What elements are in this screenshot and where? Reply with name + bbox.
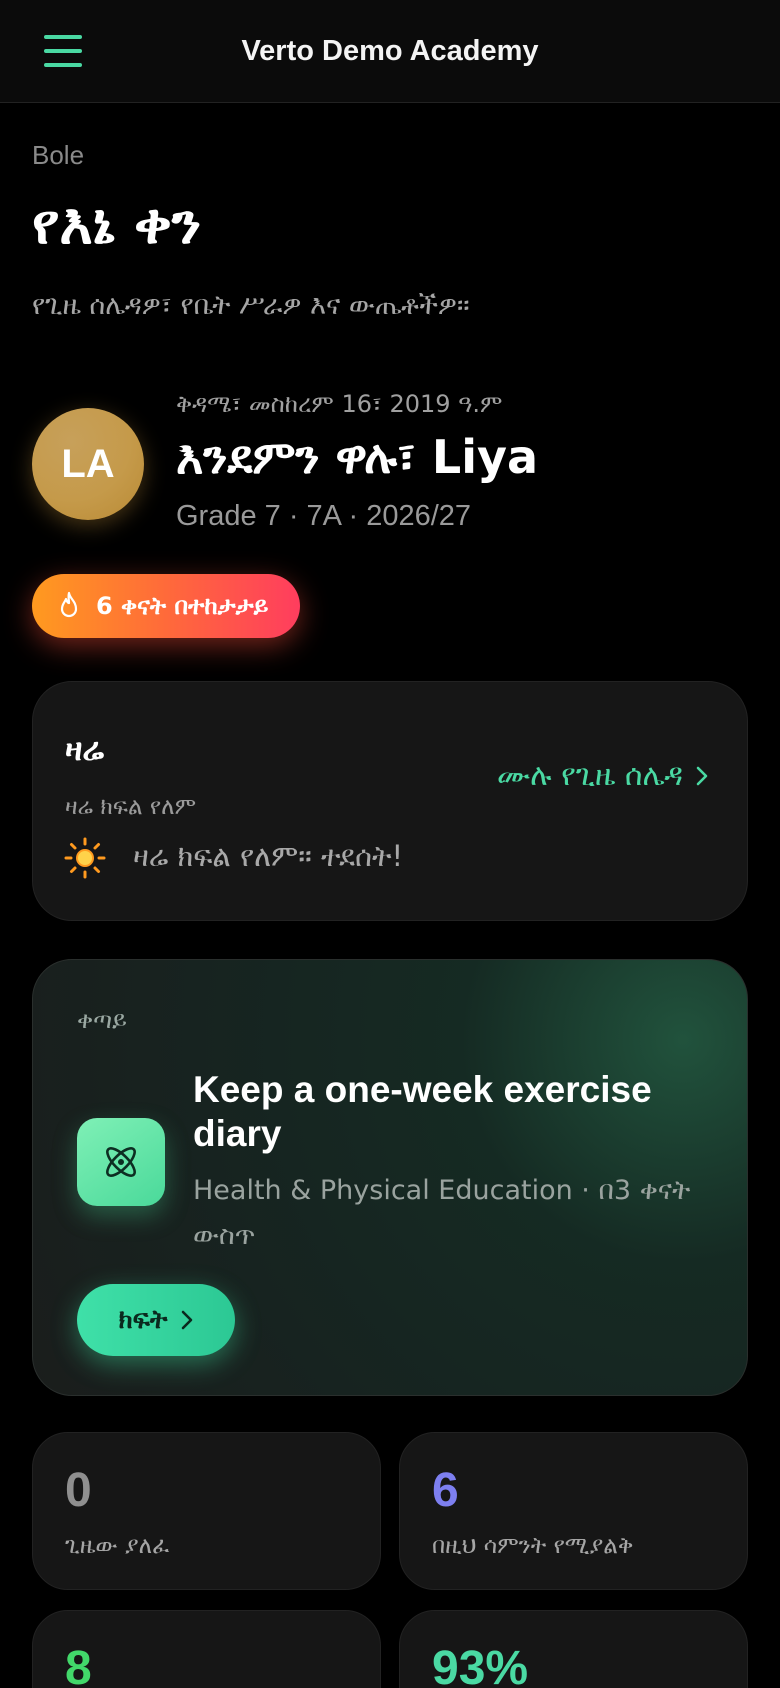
- chevron-right-icon: [182, 1310, 193, 1330]
- full-schedule-link[interactable]: ሙሉ የጊዜ ሰሌዳ: [497, 758, 709, 793]
- open-button-label: ክፍት: [118, 1304, 168, 1335]
- stat-card-average[interactable]: 93%: [399, 1610, 748, 1688]
- stat-card-completed[interactable]: 8: [32, 1610, 381, 1688]
- stat-value: 8: [65, 1642, 92, 1688]
- sun-icon: [64, 837, 106, 879]
- next-assignment-title: Keep a one-week exercise diary: [193, 1069, 652, 1154]
- stat-label: በዚህ ሳምንት የሚያልቅ: [432, 1533, 634, 1559]
- stat-label: ጊዜው ያለፈ: [65, 1533, 170, 1559]
- today-message: ዛሬ ክፍል የለም። ተደሰት!: [133, 839, 404, 873]
- today-title: ዛሬ: [65, 730, 105, 768]
- today-subtitle: ዛሬ ክፍል የለም: [65, 794, 197, 820]
- stat-value: 0: [65, 1464, 92, 1517]
- greeting: እንደምን ዋሉ፣ Liya: [176, 430, 539, 484]
- stat-card-overdue[interactable]: 0 ጊዜው ያለፈ: [32, 1432, 381, 1590]
- page-subtitle: የጊዜ ሰሌዳዎ፣ የቤት ሥራዎ እና ውጤቶችዎ።: [32, 290, 470, 321]
- page-title: የእኔ ቀን: [32, 192, 202, 257]
- avatar-initials: LA: [61, 441, 115, 486]
- next-assignment-card[interactable]: ቀጣይ Keep a one-week exercise diary Healt…: [32, 959, 748, 1396]
- next-label: ቀጣይ: [77, 1006, 127, 1034]
- atom-icon: [77, 1118, 165, 1206]
- location-label: Bole: [32, 140, 85, 170]
- flame-icon: [60, 591, 78, 618]
- chevron-right-icon: [696, 766, 708, 785]
- stat-card-due-this-week[interactable]: 6 በዚህ ሳምንት የሚያልቅ: [399, 1432, 748, 1590]
- stat-value: 93%: [432, 1642, 529, 1688]
- avatar[interactable]: LA: [32, 408, 144, 520]
- stat-value: 6: [432, 1464, 459, 1517]
- class-info: Grade 7 · 7A · 2026/27: [176, 500, 472, 532]
- full-schedule-label: ሙሉ የጊዜ ሰሌዳ: [496, 758, 683, 793]
- next-assignment-meta: Health & Physical Education · በ3 ቀናት ውስጥ: [193, 1175, 691, 1251]
- streak-badge[interactable]: 6 ቀናት በተከታታይ: [32, 574, 301, 638]
- streak-label: 6 ቀናት በተከታታይ: [96, 592, 269, 620]
- top-app-bar: Verto Demo Academy: [0, 0, 780, 103]
- open-button[interactable]: ክፍት: [77, 1284, 235, 1356]
- app-title: Verto Demo Academy: [241, 35, 539, 67]
- today-card: ዛሬ ዛሬ ክፍል የለም ዛሬ ክፍል የለም። ተደሰት! ሙሉ የጊዜ ሰ…: [32, 681, 748, 921]
- current-date: ቅዳሜ፣ መስከረም 16፣ 2019 ዓ.ም: [176, 390, 503, 418]
